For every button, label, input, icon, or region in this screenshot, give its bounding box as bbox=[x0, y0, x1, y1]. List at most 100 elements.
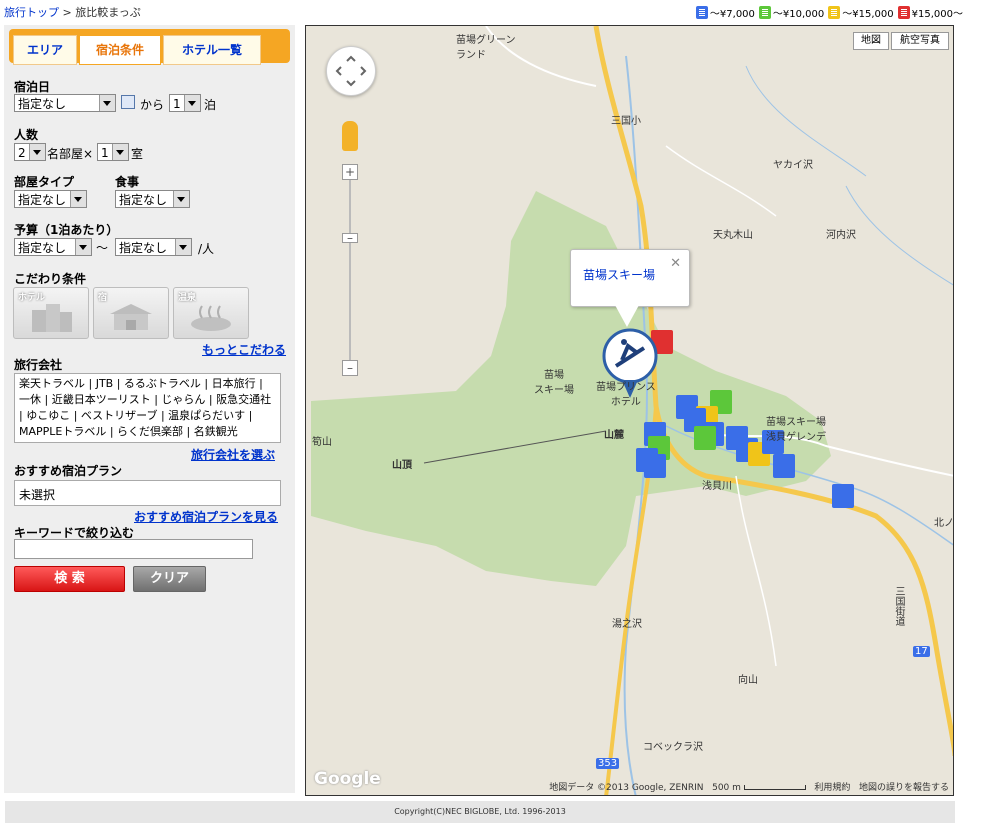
map-label: 山麓 bbox=[604, 430, 624, 441]
budget-max-value: 指定なし bbox=[119, 241, 168, 255]
rooms-unit: 室 bbox=[131, 147, 144, 161]
keyword-input[interactable] bbox=[14, 539, 253, 559]
rooms-select[interactable]: 1 bbox=[97, 143, 129, 161]
map-scale: 500 m bbox=[712, 783, 741, 793]
info-popup: 苗場スキー場 ✕ bbox=[570, 249, 690, 327]
map-type-aerial-button[interactable]: 航空写真 bbox=[891, 32, 949, 50]
map-label: 筍山 bbox=[312, 437, 332, 448]
price-legend: ～¥7,000 ～¥10,000 ～¥15,000 ¥15,000～ bbox=[694, 5, 963, 20]
map-attribution: 地図データ ©2013 Google, ZENRIN bbox=[549, 783, 704, 793]
from-text: から bbox=[140, 98, 165, 112]
chevron-down-icon bbox=[99, 95, 115, 111]
search-sidebar: エリア 宿泊条件 ホテル一覧 宿泊日 指定なし から 1 泊 人数 2 名部屋×… bbox=[4, 25, 295, 793]
map-label: ヤカイ沢 bbox=[773, 160, 813, 171]
meal-select[interactable]: 指定なし bbox=[115, 190, 190, 208]
map-footer: 地図データ ©2013 Google, ZENRIN 500 m 利用規約 地図… bbox=[549, 780, 949, 793]
pan-control[interactable] bbox=[326, 46, 376, 96]
route-17-shield: 17 bbox=[913, 646, 930, 657]
close-icon[interactable]: ✕ bbox=[670, 256, 681, 271]
agency-label: 旅行会社 bbox=[14, 358, 63, 372]
roomtype-select[interactable]: 指定なし bbox=[14, 190, 87, 208]
map-label: 山頂 bbox=[392, 460, 412, 471]
report-error-link[interactable]: 地図の誤りを報告する bbox=[859, 783, 949, 793]
map-label: コベックラ沢 bbox=[643, 742, 703, 753]
map-label: 河内沢 bbox=[826, 230, 856, 241]
google-logo[interactable]: Google bbox=[314, 769, 381, 789]
map-label: 苗場スキー場 浅貝ゲレンデ bbox=[766, 417, 826, 443]
pan-arrows-icon bbox=[335, 55, 367, 87]
tab-area[interactable]: エリア bbox=[13, 35, 77, 65]
chevron-down-icon bbox=[75, 239, 91, 255]
calendar-icon[interactable] bbox=[121, 95, 135, 109]
hotel-red-icon bbox=[897, 6, 910, 19]
nights-select[interactable]: 1 bbox=[169, 94, 201, 112]
map-label: 湯之沢 bbox=[612, 619, 642, 630]
per-room-text: 名部屋× bbox=[47, 147, 94, 161]
clear-button[interactable]: クリア bbox=[133, 566, 206, 592]
map-label: 浅貝川 bbox=[702, 481, 732, 492]
map-type-map-button[interactable]: 地図 bbox=[853, 32, 889, 50]
chevron-down-icon bbox=[70, 191, 86, 207]
agency-list[interactable]: 楽天トラベル | JTB | るるぶトラベル | 日本旅行 | 一休 | 近畿日… bbox=[14, 373, 281, 443]
map-label: 三国小 bbox=[611, 116, 641, 127]
map-label: 苗場グリーン ランド bbox=[456, 35, 516, 61]
nights-select-value: 1 bbox=[173, 97, 181, 111]
map-label: 苗場 スキー場 bbox=[534, 370, 574, 396]
street-view-pegman-icon[interactable] bbox=[342, 121, 358, 151]
budget-max-select[interactable]: 指定なし bbox=[115, 238, 192, 256]
legend-label: ～¥10,000 bbox=[772, 9, 825, 20]
budget-separator: ～ bbox=[96, 241, 109, 255]
budget-min-select[interactable]: 指定なし bbox=[14, 238, 92, 256]
map-label: 苗場プリンス ホテル bbox=[596, 382, 656, 408]
map-canvas bbox=[306, 26, 953, 795]
route-353-shield: 353 bbox=[596, 758, 620, 769]
date-label: 宿泊日 bbox=[14, 80, 51, 94]
map-label: 天丸木山 bbox=[713, 230, 753, 241]
map-view[interactable]: 地図 航空写真 + – – 苗場スキー場 ✕ 苗場グリーン ランド 三国小 ヤカ… bbox=[305, 25, 954, 796]
map-label: 三国街道 bbox=[893, 586, 904, 626]
plan-field[interactable]: 未選択 bbox=[14, 480, 281, 506]
meal-label: 食事 bbox=[115, 175, 140, 189]
zoom-in-button[interactable]: + bbox=[342, 164, 358, 180]
terms-link[interactable]: 利用規約 bbox=[814, 783, 850, 793]
budget-unit: /人 bbox=[198, 242, 215, 256]
chevron-down-icon bbox=[29, 144, 45, 160]
nights-unit: 泊 bbox=[204, 98, 217, 112]
more-kodawari-link[interactable]: もっとこだわる bbox=[202, 341, 286, 358]
breadcrumb-current: 旅比較まっぷ bbox=[75, 6, 141, 19]
tab-hotel-list[interactable]: ホテル一覧 bbox=[163, 35, 261, 65]
people-select[interactable]: 2 bbox=[14, 143, 46, 161]
popup-title[interactable]: 苗場スキー場 bbox=[583, 266, 655, 283]
zoom-slider-handle[interactable]: – bbox=[342, 232, 358, 244]
legend-label: ～¥7,000 bbox=[709, 9, 755, 20]
plan-label: おすすめ宿泊プラン bbox=[14, 464, 123, 478]
tab-conditions[interactable]: 宿泊条件 bbox=[79, 35, 161, 65]
budget-min-value: 指定なし bbox=[18, 241, 67, 255]
chevron-down-icon bbox=[112, 144, 128, 160]
people-select-value: 2 bbox=[18, 146, 26, 160]
map-label: 北ノ bbox=[934, 518, 954, 529]
search-button[interactable]: 検 索 bbox=[14, 566, 125, 592]
hotel-yellow-icon bbox=[828, 6, 841, 19]
roomtype-select-value: 指定なし bbox=[18, 193, 67, 207]
breadcrumb-home-link[interactable]: 旅行トップ bbox=[4, 6, 59, 19]
meal-select-value: 指定なし bbox=[119, 193, 168, 207]
hotel-green-icon bbox=[758, 6, 771, 19]
kodawari-yado-label: 宿 bbox=[98, 293, 108, 303]
legend-label: ～¥15,000 bbox=[842, 9, 894, 20]
roomtype-label: 部屋タイプ bbox=[14, 175, 75, 189]
see-plan-link[interactable]: おすすめ宿泊プランを見る bbox=[134, 508, 278, 525]
kodawari-onsen-button[interactable]: 温泉 bbox=[173, 287, 249, 339]
breadcrumb-separator: > bbox=[59, 6, 76, 19]
kodawari-hotel-button[interactable]: ホテル bbox=[13, 287, 89, 339]
chevron-down-icon bbox=[184, 95, 200, 111]
date-select-value: 指定なし bbox=[18, 97, 67, 111]
kodawari-yado-button[interactable]: 宿 bbox=[93, 287, 169, 339]
building-icon bbox=[32, 304, 72, 332]
zoom-track[interactable] bbox=[349, 180, 351, 360]
choose-agency-link[interactable]: 旅行会社を選ぶ bbox=[191, 446, 275, 463]
date-select[interactable]: 指定なし bbox=[14, 94, 116, 112]
hot-spring-icon bbox=[191, 305, 231, 331]
kodawari-label: こだわり条件 bbox=[14, 272, 87, 286]
zoom-out-button[interactable]: – bbox=[342, 360, 358, 376]
